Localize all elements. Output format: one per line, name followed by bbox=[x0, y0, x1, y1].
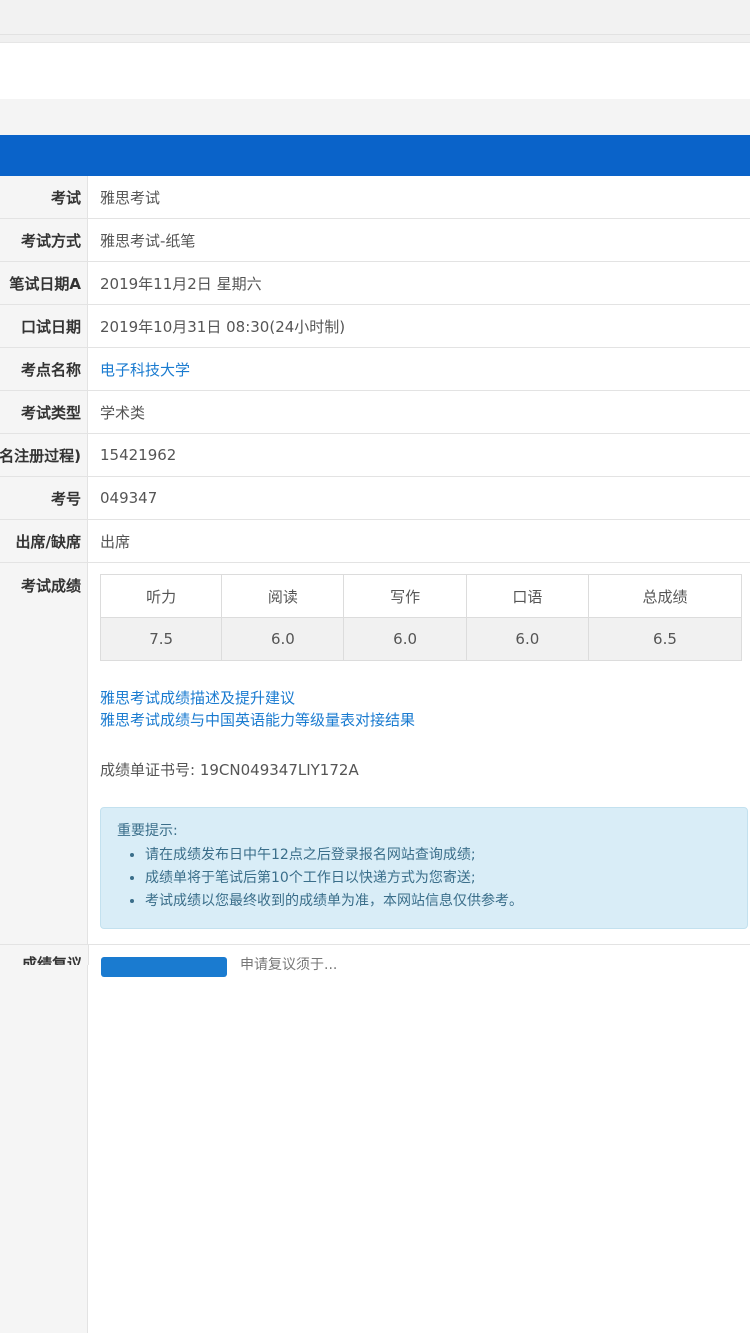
row-label: 笔试日期A bbox=[0, 262, 88, 304]
row-speaking-date: 口试日期 2019年10月31日 08:30(24小时制) bbox=[0, 305, 750, 348]
row-registration-id: 名注册过程) 15421962 bbox=[0, 434, 750, 477]
score-table-row: 7.5 6.0 6.0 6.0 6.5 bbox=[101, 618, 741, 660]
row-test-type: 考试类型 学术类 bbox=[0, 391, 750, 434]
row-value: 15421962 bbox=[88, 434, 750, 476]
row-value: 出席 bbox=[88, 520, 750, 562]
row-test-center: 考点名称 电子科技大学 bbox=[0, 348, 750, 391]
score-cell: 7.5 bbox=[101, 618, 223, 660]
score-description-link[interactable]: 雅思考试成绩描述及提升建议 bbox=[100, 687, 750, 709]
score-cell: 6.0 bbox=[222, 618, 345, 660]
score-cefr-mapping-link[interactable]: 雅思考试成绩与中国英语能力等级量表对接结果 bbox=[100, 709, 750, 731]
top-bar bbox=[0, 0, 750, 35]
row-attendance: 出席/缺席 出席 bbox=[0, 520, 750, 563]
score-header-cell: 写作 bbox=[344, 575, 467, 617]
row-label: 名注册过程) bbox=[0, 434, 88, 476]
row-value: 2019年10月31日 08:30(24小时制) bbox=[88, 305, 750, 347]
row-value: 049347 bbox=[88, 477, 750, 519]
score-review-note: 申请复议须于... bbox=[240, 957, 338, 973]
notice-item: 请在成绩发布日中午12点之后登录报名网站查询成绩; bbox=[145, 844, 731, 867]
score-header-cell: 总成绩 bbox=[642, 587, 688, 606]
score-cell: 6.0 bbox=[344, 618, 467, 660]
result-table: 考试 雅思考试 考试方式 雅思考试-纸笔 笔试日期A 2019年11月2日 星期… bbox=[0, 176, 750, 1333]
row-label-text: 成绩复议 bbox=[21, 955, 82, 965]
score-cell: 6.5 bbox=[653, 630, 677, 648]
row-label: 出席/缺席 bbox=[0, 520, 88, 562]
row-label: 考试 bbox=[0, 176, 88, 218]
notice-list: 请在成绩发布日中午12点之后登录报名网站查询成绩; 成绩单将于笔试后第10个工作… bbox=[117, 844, 731, 913]
row-value: 雅思考试 bbox=[88, 176, 750, 218]
row-label: 考试方式 bbox=[0, 219, 88, 261]
row-candidate-number: 考号 049347 bbox=[0, 477, 750, 520]
score-header-cell: 阅读 bbox=[222, 575, 345, 617]
row-label: 成绩复议 bbox=[0, 945, 89, 965]
row-value: 学术类 bbox=[88, 391, 750, 433]
row-label: 考试类型 bbox=[0, 391, 88, 433]
row-value: 雅思考试-纸笔 bbox=[88, 219, 750, 261]
score-header-cell: 口语 bbox=[467, 575, 589, 617]
important-notice: 重要提示: 请在成绩发布日中午12点之后登录报名网站查询成绩; 成绩单将于笔试后… bbox=[100, 807, 748, 929]
row-exam-mode: 考试方式 雅思考试-纸笔 bbox=[0, 219, 750, 262]
section-header-bar bbox=[0, 135, 750, 176]
score-header-cell: 听力 bbox=[101, 575, 223, 617]
score-table-header: 听力 阅读 写作 口语 总成绩 bbox=[101, 575, 741, 618]
certificate-number: 成绩单证书号: 19CN049347LIY172A bbox=[100, 761, 359, 779]
row-label: 考点名称 bbox=[0, 348, 88, 390]
row-label: 口试日期 bbox=[0, 305, 88, 347]
row-label: 考号 bbox=[0, 477, 88, 519]
notice-item: 成绩单将于笔试后第10个工作日以快递方式为您寄送; bbox=[145, 867, 731, 890]
notice-title: 重要提示: bbox=[117, 823, 178, 839]
score-review-button[interactable] bbox=[101, 957, 227, 977]
row-exam: 考试 雅思考试 bbox=[0, 176, 750, 219]
spacer bbox=[0, 99, 750, 135]
score-cell: 6.0 bbox=[467, 618, 589, 660]
row-value: 2019年11月2日 星期六 bbox=[88, 262, 750, 304]
row-written-date: 笔试日期A 2019年11月2日 星期六 bbox=[0, 262, 750, 305]
notice-item: 考试成绩以您最终收到的成绩单为准，本网站信息仅供参考。 bbox=[145, 890, 731, 913]
score-links: 雅思考试成绩描述及提升建议 雅思考试成绩与中国英语能力等级量表对接结果 bbox=[100, 687, 750, 731]
header-band bbox=[0, 42, 750, 100]
score-table: 听力 阅读 写作 口语 总成绩 7.5 6.0 6.0 6.0 6.5 bbox=[100, 574, 742, 661]
row-score-review: 成绩复议 申请复议须于... bbox=[0, 944, 750, 977]
test-center-link[interactable]: 电子科技大学 bbox=[88, 348, 750, 390]
